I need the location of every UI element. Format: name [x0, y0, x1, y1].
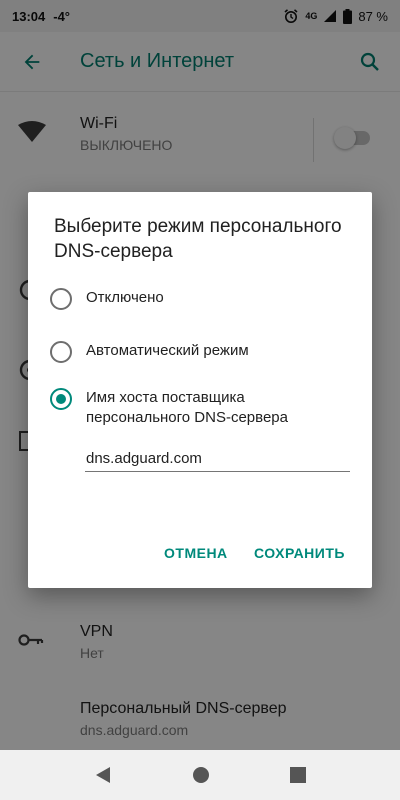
save-button[interactable]: СОХРАНИТЬ	[254, 545, 345, 561]
private-dns-dialog: Выберите режим персонального DNS-сервера…	[28, 192, 372, 588]
radio-button[interactable]	[50, 341, 72, 363]
radio-option-off[interactable]: Отключено	[50, 288, 350, 310]
radio-option-automatic[interactable]: Автоматический режим	[50, 341, 350, 363]
cancel-button[interactable]: ОТМЕНА	[164, 545, 228, 561]
recents-icon[interactable]	[290, 767, 306, 783]
radio-label: Автоматический режим	[86, 342, 249, 359]
navigation-bar	[0, 750, 400, 800]
radio-button[interactable]	[50, 288, 72, 310]
home-icon[interactable]	[192, 766, 210, 784]
back-icon[interactable]	[94, 766, 112, 784]
radio-label: Имя хоста поставщика персонального DNS-с…	[86, 389, 288, 426]
radio-label: Отключено	[86, 289, 164, 306]
radio-button-selected[interactable]	[50, 388, 72, 410]
dns-hostname-input[interactable]	[85, 446, 350, 472]
radio-option-hostname[interactable]: Имя хоста поставщика персонального DNS-с…	[50, 388, 350, 428]
dialog-title: Выберите режим персонального DNS-сервера	[54, 216, 342, 262]
